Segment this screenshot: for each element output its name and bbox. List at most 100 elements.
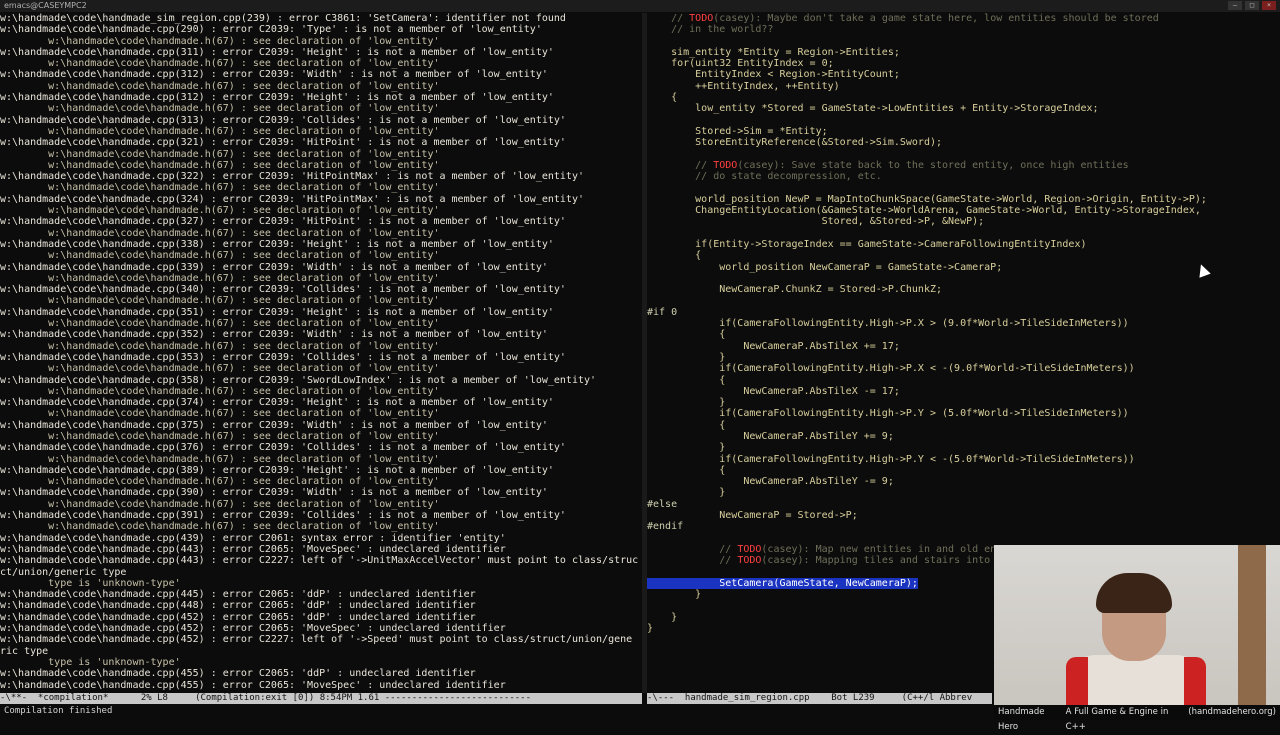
compilation-line[interactable]: w:\handmade\code\handmade.cpp(358) : err… — [0, 375, 642, 386]
compilation-line[interactable]: w:\handmade\code\handmade.h(67) : see de… — [0, 81, 642, 92]
compilation-line[interactable]: w:\handmade\code\handmade.cpp(389) : err… — [0, 465, 642, 476]
compilation-line[interactable]: w:\handmade\code\handmade.cpp(376) : err… — [0, 442, 642, 453]
source-line[interactable]: NewCameraP.AbsTileY -= 9; — [647, 476, 1280, 487]
source-line[interactable]: NewCameraP.ChunkZ = Stored->P.ChunkZ; — [647, 284, 1280, 295]
compilation-line[interactable]: w:\handmade\code\handmade.cpp(353) : err… — [0, 352, 642, 363]
source-line[interactable]: if(CameraFollowingEntity.High->P.Y < -(5… — [647, 454, 1280, 465]
compilation-line[interactable]: w:\handmade\code\handmade.cpp(313) : err… — [0, 115, 642, 126]
source-line[interactable] — [647, 295, 1280, 306]
compilation-line[interactable]: type is 'unknown-type' — [0, 657, 642, 668]
current-line-highlight[interactable]: SetCamera(GameState, NewCameraP); — [647, 577, 918, 589]
source-line[interactable]: } — [647, 352, 1280, 363]
compilation-line[interactable]: w:\handmade\code\handmade.cpp(352) : err… — [0, 329, 642, 340]
minimize-button[interactable]: – — [1228, 1, 1242, 10]
compilation-line[interactable]: w:\handmade\code\handmade.h(67) : see de… — [0, 499, 642, 510]
compilation-line[interactable]: w:\handmade\code\handmade.cpp(324) : err… — [0, 194, 642, 205]
source-line[interactable]: NewCameraP.AbsTileX -= 17; — [647, 386, 1280, 397]
compilation-line[interactable]: w:\handmade\code\handmade.cpp(321) : err… — [0, 137, 642, 148]
compilation-line[interactable]: w:\handmade\code\handmade.cpp(312) : err… — [0, 92, 642, 103]
source-line[interactable]: EntityIndex < Region->EntityCount; — [647, 69, 1280, 80]
compilation-line[interactable]: w:\handmade\code\handmade.cpp(443) : err… — [0, 555, 642, 566]
compilation-line[interactable]: w:\handmade\code\handmade.h(67) : see de… — [0, 476, 642, 487]
source-line[interactable]: // TODO(casey): Save state back to the s… — [647, 160, 1280, 171]
source-line[interactable]: NewCameraP.AbsTileY += 9; — [647, 431, 1280, 442]
compilation-line[interactable]: w:\handmade\code\handmade.h(67) : see de… — [0, 160, 642, 171]
compilation-line[interactable]: w:\handmade\code\handmade.cpp(327) : err… — [0, 216, 642, 227]
source-line[interactable]: if(CameraFollowingEntity.High->P.Y > (5.… — [647, 408, 1280, 419]
source-line[interactable]: Stored, &Stored->P, &NewP); — [647, 216, 1280, 227]
source-line[interactable]: // do state decompression, etc. — [647, 171, 1280, 182]
compilation-line[interactable]: w:\handmade\code\handmade.cpp(452) : err… — [0, 634, 642, 645]
source-line[interactable]: ++EntityIndex, ++Entity) — [647, 81, 1280, 92]
compilation-line[interactable]: w:\handmade\code\handmade.cpp(391) : err… — [0, 510, 642, 521]
source-line[interactable] — [647, 115, 1280, 126]
compilation-line[interactable]: w:\handmade\code\handmade.h(67) : see de… — [0, 454, 642, 465]
compilation-line[interactable]: w:\handmade\code\handmade.cpp(455) : err… — [0, 668, 642, 679]
source-line[interactable]: if(CameraFollowingEntity.High->P.X < -(9… — [647, 363, 1280, 374]
source-line[interactable] — [647, 182, 1280, 193]
compilation-line[interactable]: w:\handmade\code\handmade.h(67) : see de… — [0, 126, 642, 137]
compilation-line[interactable]: w:\handmade\code\handmade.cpp(340) : err… — [0, 284, 642, 295]
compilation-line[interactable]: w:\handmade\code\handmade.h(67) : see de… — [0, 431, 642, 442]
compilation-line[interactable]: w:\handmade\code\handmade.cpp(339) : err… — [0, 262, 642, 273]
compilation-line[interactable]: w:\handmade\code\handmade.h(67) : see de… — [0, 36, 642, 47]
compilation-line[interactable]: w:\handmade\code\handmade.cpp(290) : err… — [0, 24, 642, 35]
compilation-line[interactable]: type is 'unknown-type' — [0, 578, 642, 589]
source-line[interactable]: { — [647, 250, 1280, 261]
compilation-line[interactable]: w:\handmade\code\handmade.cpp(374) : err… — [0, 397, 642, 408]
source-line[interactable]: } — [647, 397, 1280, 408]
minibuffer[interactable]: Compilation finished — [0, 704, 646, 720]
source-line[interactable]: { — [647, 465, 1280, 476]
compilation-line[interactable]: w:\handmade\code\handmade.h(67) : see de… — [0, 273, 642, 284]
source-line[interactable] — [647, 273, 1280, 284]
compilation-line[interactable]: w:\handmade\code\handmade.cpp(439) : err… — [0, 533, 642, 544]
source-line[interactable]: Stored->Sim = *Entity; — [647, 126, 1280, 137]
compilation-line[interactable]: w:\handmade\code\handmade.cpp(351) : err… — [0, 307, 642, 318]
compilation-line[interactable]: w:\handmade\code\handmade.cpp(452) : err… — [0, 612, 642, 623]
compilation-line[interactable]: w:\handmade\code\handmade.cpp(443) : err… — [0, 544, 642, 555]
compilation-line[interactable]: w:\handmade\code\handmade.cpp(322) : err… — [0, 171, 642, 182]
compilation-line[interactable]: w:\handmade\code\handmade.h(67) : see de… — [0, 250, 642, 261]
compilation-line[interactable]: w:\handmade\code\handmade.h(67) : see de… — [0, 149, 642, 160]
source-line[interactable]: } — [647, 442, 1280, 453]
maximize-button[interactable]: □ — [1245, 1, 1259, 10]
source-line[interactable]: sim_entity *Entity = Region->Entities; — [647, 47, 1280, 58]
compilation-line[interactable]: ric type — [0, 646, 642, 657]
compilation-line[interactable]: w:\handmade\code\handmade.cpp(448) : err… — [0, 600, 642, 611]
source-line[interactable]: if(CameraFollowingEntity.High->P.X > (9.… — [647, 318, 1280, 329]
compilation-line[interactable]: w:\handmade\code\handmade.h(67) : see de… — [0, 58, 642, 69]
source-line[interactable] — [647, 228, 1280, 239]
source-line[interactable]: // in the world?? — [647, 24, 1280, 35]
source-line[interactable]: NewCameraP = Stored->P; — [647, 510, 1280, 521]
source-line[interactable]: NewCameraP.AbsTileX += 17; — [647, 341, 1280, 352]
source-line[interactable]: ChangeEntityLocation(&GameState->WorldAr… — [647, 205, 1280, 216]
source-line[interactable] — [647, 149, 1280, 160]
source-line[interactable]: } — [647, 487, 1280, 498]
source-line[interactable]: low_entity *Stored = GameState->LowEntit… — [647, 103, 1280, 114]
source-line[interactable]: #else — [647, 499, 1280, 510]
source-line[interactable]: { — [647, 92, 1280, 103]
compilation-line[interactable]: w:\handmade\code\handmade_sim_region.cpp… — [0, 13, 642, 24]
compilation-line[interactable]: w:\handmade\code\handmade.h(67) : see de… — [0, 341, 642, 352]
source-line[interactable]: { — [647, 420, 1280, 431]
compilation-line[interactable]: w:\handmade\code\handmade.cpp(375) : err… — [0, 420, 642, 431]
source-line[interactable] — [647, 533, 1280, 544]
compilation-line[interactable]: w:\handmade\code\handmade.h(67) : see de… — [0, 386, 642, 397]
compilation-line[interactable]: w:\handmade\code\handmade.cpp(445) : err… — [0, 589, 642, 600]
compilation-line[interactable]: w:\handmade\code\handmade.cpp(452) : err… — [0, 623, 642, 634]
source-line[interactable]: world_position NewCameraP = GameState->C… — [647, 262, 1280, 273]
compilation-line[interactable]: w:\handmade\code\handmade.h(67) : see de… — [0, 408, 642, 419]
source-line[interactable]: StoreEntityReference(&Stored->Sim.Sword)… — [647, 137, 1280, 148]
compilation-line[interactable]: w:\handmade\code\handmade.h(67) : see de… — [0, 103, 642, 114]
source-line[interactable]: #endif — [647, 521, 1280, 532]
compilation-line[interactable]: w:\handmade\code\handmade.h(67) : see de… — [0, 318, 642, 329]
compilation-line[interactable]: w:\handmade\code\handmade.h(67) : see de… — [0, 521, 642, 532]
source-line[interactable]: world_position NewP = MapIntoChunkSpace(… — [647, 194, 1280, 205]
source-line[interactable]: #if 0 — [647, 307, 1280, 318]
compilation-buffer[interactable]: w:\handmade\code\handmade_sim_region.cpp… — [0, 13, 642, 693]
compilation-line[interactable]: w:\handmade\code\handmade.h(67) : see de… — [0, 295, 642, 306]
compilation-line[interactable]: w:\handmade\code\handmade.cpp(312) : err… — [0, 69, 642, 80]
compilation-line[interactable]: w:\handmade\code\handmade.cpp(338) : err… — [0, 239, 642, 250]
compilation-line[interactable]: w:\handmade\code\handmade.h(67) : see de… — [0, 182, 642, 193]
compilation-line[interactable]: w:\handmade\code\handmade.cpp(455) : err… — [0, 680, 642, 691]
